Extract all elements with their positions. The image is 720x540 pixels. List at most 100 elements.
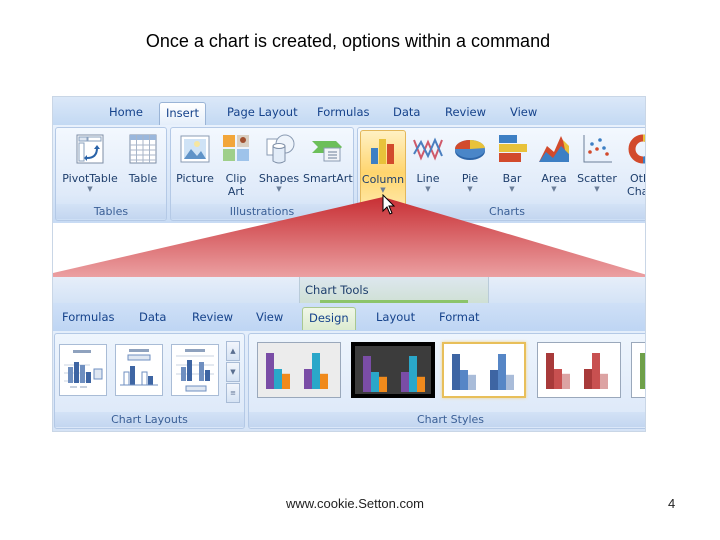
style-preview-bar bbox=[452, 354, 460, 390]
pivottable-label: PivotTable bbox=[62, 172, 118, 185]
clip-art-label: Clip bbox=[225, 172, 247, 185]
dropdown-arrow-icon: ▼ bbox=[509, 185, 515, 193]
style-preview-bar bbox=[274, 369, 282, 389]
area-chart-button[interactable]: Area ▼ bbox=[534, 132, 574, 193]
style-red-preview bbox=[546, 353, 608, 389]
tab-formulas-2[interactable]: Formulas bbox=[56, 307, 121, 330]
line-chart-icon bbox=[413, 137, 443, 161]
tab-review[interactable]: Review bbox=[439, 102, 492, 125]
shapes-label: Shapes bbox=[258, 172, 300, 185]
group-chart-styles: Chart Styles bbox=[248, 333, 645, 429]
other-charts-icon bbox=[628, 134, 645, 164]
dropdown-arrow-icon: ▼ bbox=[425, 185, 431, 193]
callout-wedge bbox=[53, 197, 645, 277]
tab-formulas[interactable]: Formulas bbox=[311, 102, 376, 125]
mouse-cursor-icon bbox=[382, 194, 396, 215]
style-preview-bar bbox=[546, 353, 554, 389]
picture-icon bbox=[180, 135, 210, 163]
dropdown-arrow-icon: ▼ bbox=[87, 185, 93, 193]
chart-layout-2-icon bbox=[120, 349, 158, 386]
chart-layout-1[interactable] bbox=[59, 344, 107, 396]
gallery-expand[interactable]: ≡ bbox=[226, 383, 240, 403]
style-preview-bar bbox=[363, 356, 371, 392]
dropdown-arrow-icon: ▼ bbox=[551, 185, 557, 193]
style-green[interactable] bbox=[631, 342, 645, 398]
other-charts-button[interactable]: Oth Char bbox=[620, 132, 645, 198]
style-preview-bar bbox=[282, 373, 290, 389]
style-preview-bar bbox=[468, 374, 476, 390]
tab-home[interactable]: Home bbox=[103, 102, 149, 125]
tab-view[interactable]: View bbox=[504, 102, 543, 125]
area-chart-icon bbox=[539, 136, 569, 162]
shapes-button[interactable]: Shapes ▼ bbox=[257, 132, 301, 193]
tab-view-2[interactable]: View bbox=[250, 307, 289, 330]
tab-data-2[interactable]: Data bbox=[133, 307, 172, 330]
bar-chart-icon bbox=[499, 135, 527, 162]
style-blue[interactable] bbox=[442, 342, 526, 398]
style-preview-bar bbox=[371, 372, 379, 392]
line-chart-button[interactable]: Line ▼ bbox=[408, 132, 448, 193]
tab-review-2[interactable]: Review bbox=[186, 307, 239, 330]
page-number: 4 bbox=[668, 496, 676, 511]
chart-layout-1-icon bbox=[64, 350, 103, 388]
tab-layout[interactable]: Layout bbox=[370, 307, 421, 330]
style-red[interactable] bbox=[537, 342, 621, 398]
style-preview-bar bbox=[640, 353, 645, 389]
tab-data[interactable]: Data bbox=[387, 102, 426, 125]
pivottable-button[interactable]: PivotTable ▼ bbox=[60, 132, 120, 193]
group-chart-layouts: ▲ ▼ ≡ Chart Layouts bbox=[54, 333, 245, 429]
clip-art-button[interactable]: Clip Art bbox=[219, 132, 253, 198]
clip-art-icon bbox=[223, 135, 249, 161]
table-label: Table bbox=[128, 172, 158, 185]
bar-chart-button[interactable]: Bar ▼ bbox=[492, 132, 532, 193]
tab-page-layout[interactable]: Page Layout bbox=[221, 102, 304, 125]
style-preview-bar bbox=[506, 374, 514, 390]
tab-format[interactable]: Format bbox=[433, 307, 486, 330]
gallery-scroll-up[interactable]: ▲ bbox=[226, 341, 240, 361]
group-label-chart-styles: Chart Styles bbox=[249, 412, 645, 427]
design-ribbon: ▲ ▼ ≡ Chart Layouts Chart Styles bbox=[53, 331, 645, 431]
column-chart-icon bbox=[371, 139, 394, 164]
style-preview-bar bbox=[554, 369, 562, 389]
style-preview-bar bbox=[498, 354, 506, 390]
gallery-scroll-down[interactable]: ▼ bbox=[226, 362, 240, 382]
picture-button[interactable]: Picture bbox=[173, 132, 217, 185]
style-multicolor-dark[interactable] bbox=[351, 342, 435, 398]
style-preview-bar bbox=[490, 370, 498, 390]
line-label: Line bbox=[416, 172, 440, 185]
pie-chart-icon bbox=[455, 139, 485, 160]
chart-tools-label: Chart Tools bbox=[299, 277, 489, 303]
style-multicolor-light[interactable] bbox=[257, 342, 341, 398]
ribbon-tab-bar: Home Insert Page Layout Formulas Data Re… bbox=[53, 97, 645, 125]
style-preview-bar bbox=[320, 373, 328, 389]
scatter-label: Scatter bbox=[577, 172, 617, 185]
tab-design[interactable]: Design bbox=[302, 307, 356, 330]
chart-layout-3[interactable] bbox=[171, 344, 219, 396]
style-preview-bar bbox=[409, 356, 417, 392]
dropdown-arrow-icon: ▼ bbox=[467, 185, 473, 193]
style-green-preview bbox=[640, 353, 645, 389]
style-blue-preview bbox=[452, 354, 514, 390]
style-preview-bar bbox=[460, 370, 468, 390]
scatter-chart-button[interactable]: Scatter ▼ bbox=[576, 132, 618, 193]
pie-chart-button[interactable]: Pie ▼ bbox=[450, 132, 490, 193]
tab-insert[interactable]: Insert bbox=[159, 102, 206, 125]
style-multicolor-light-preview bbox=[266, 353, 328, 389]
style-preview-bar bbox=[266, 353, 274, 389]
picture-label: Picture bbox=[176, 172, 214, 185]
footer-url: www.cookie.Setton.com bbox=[286, 496, 425, 511]
smartart-icon bbox=[312, 141, 342, 162]
style-preview-bar bbox=[379, 376, 387, 392]
chart-layout-2[interactable] bbox=[115, 344, 163, 396]
column-label: Column bbox=[361, 173, 405, 186]
style-preview-bar bbox=[417, 376, 425, 392]
style-preview-bar bbox=[592, 353, 600, 389]
style-preview-bar bbox=[562, 373, 570, 389]
area-label: Area bbox=[541, 172, 567, 185]
pie-label: Pie bbox=[461, 172, 479, 185]
table-icon bbox=[129, 134, 157, 164]
smartart-button[interactable]: SmartArt bbox=[303, 132, 353, 185]
table-button[interactable]: Table bbox=[122, 132, 164, 185]
chart-layout-3-icon bbox=[176, 349, 214, 392]
style-multicolor-dark-preview bbox=[363, 356, 425, 392]
